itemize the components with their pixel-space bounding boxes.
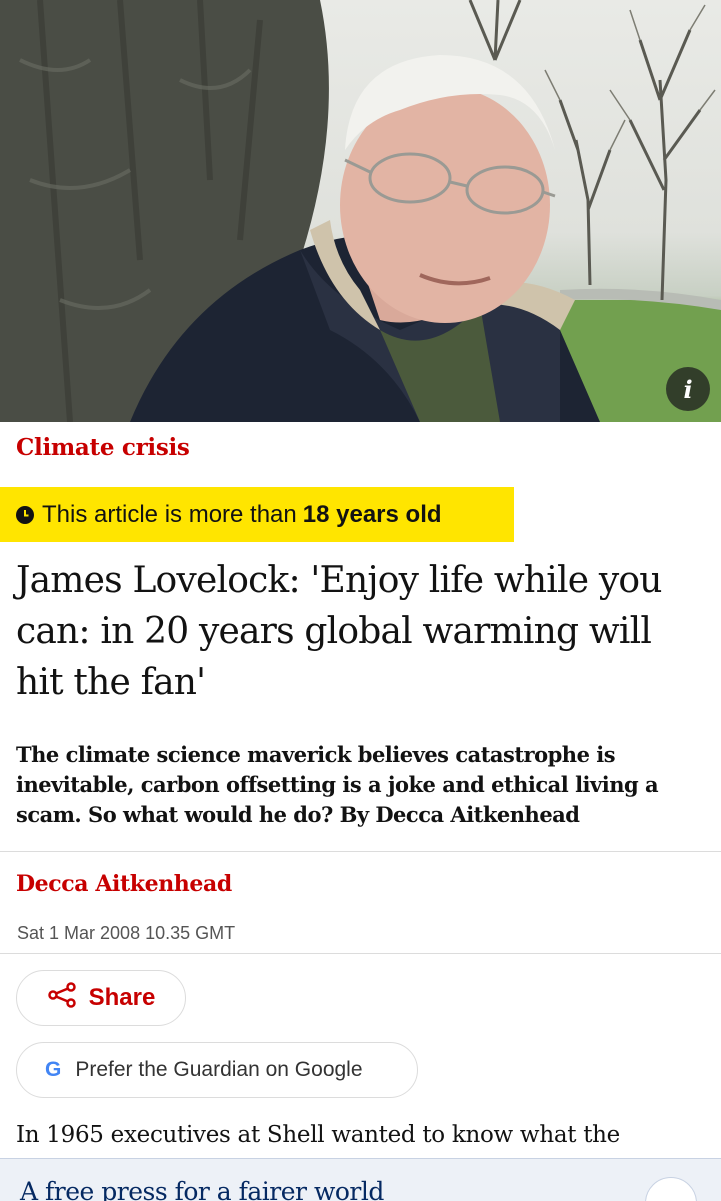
publish-date: Sat 1 Mar 2008 10.35 GMT	[17, 923, 236, 943]
article-headline: James Lovelock: 'Enjoy life while you ca…	[16, 560, 662, 703]
google-button-label: Prefer the Guardian on Google	[75, 1058, 363, 1081]
close-icon[interactable]	[645, 1177, 697, 1201]
article-body: In 1965 executives at Shell wanted to kn…	[16, 1122, 620, 1148]
info-icon[interactable]: i	[666, 367, 710, 411]
clock-icon	[16, 505, 34, 524]
info-label: i	[683, 374, 693, 404]
share-button[interactable]: Share	[16, 970, 186, 1026]
prefer-guardian-google-button[interactable]: G Prefer the Guardian on Google	[16, 1042, 418, 1098]
age-notice-text: This article is more than	[42, 500, 297, 528]
share-icon	[47, 981, 77, 1015]
share-label: Share	[88, 984, 156, 1011]
divider	[0, 851, 721, 852]
hero-image: i	[0, 0, 721, 422]
article-age-banner: This article is more than 18 years old	[0, 487, 514, 542]
section-kicker[interactable]: Climate crisis	[16, 434, 190, 461]
age-notice-emphasis: 18 years old	[302, 500, 442, 528]
support-banner-title: A free press for a fairer world	[20, 1177, 384, 1201]
divider	[0, 953, 721, 954]
hero-photo	[0, 0, 721, 422]
article-standfirst: The climate science maverick believes ca…	[16, 742, 659, 827]
author-byline[interactable]: Decca Aitkenhead	[16, 871, 232, 897]
google-icon: G	[45, 1058, 62, 1081]
support-banner: A free press for a fairer world	[0, 1158, 721, 1201]
